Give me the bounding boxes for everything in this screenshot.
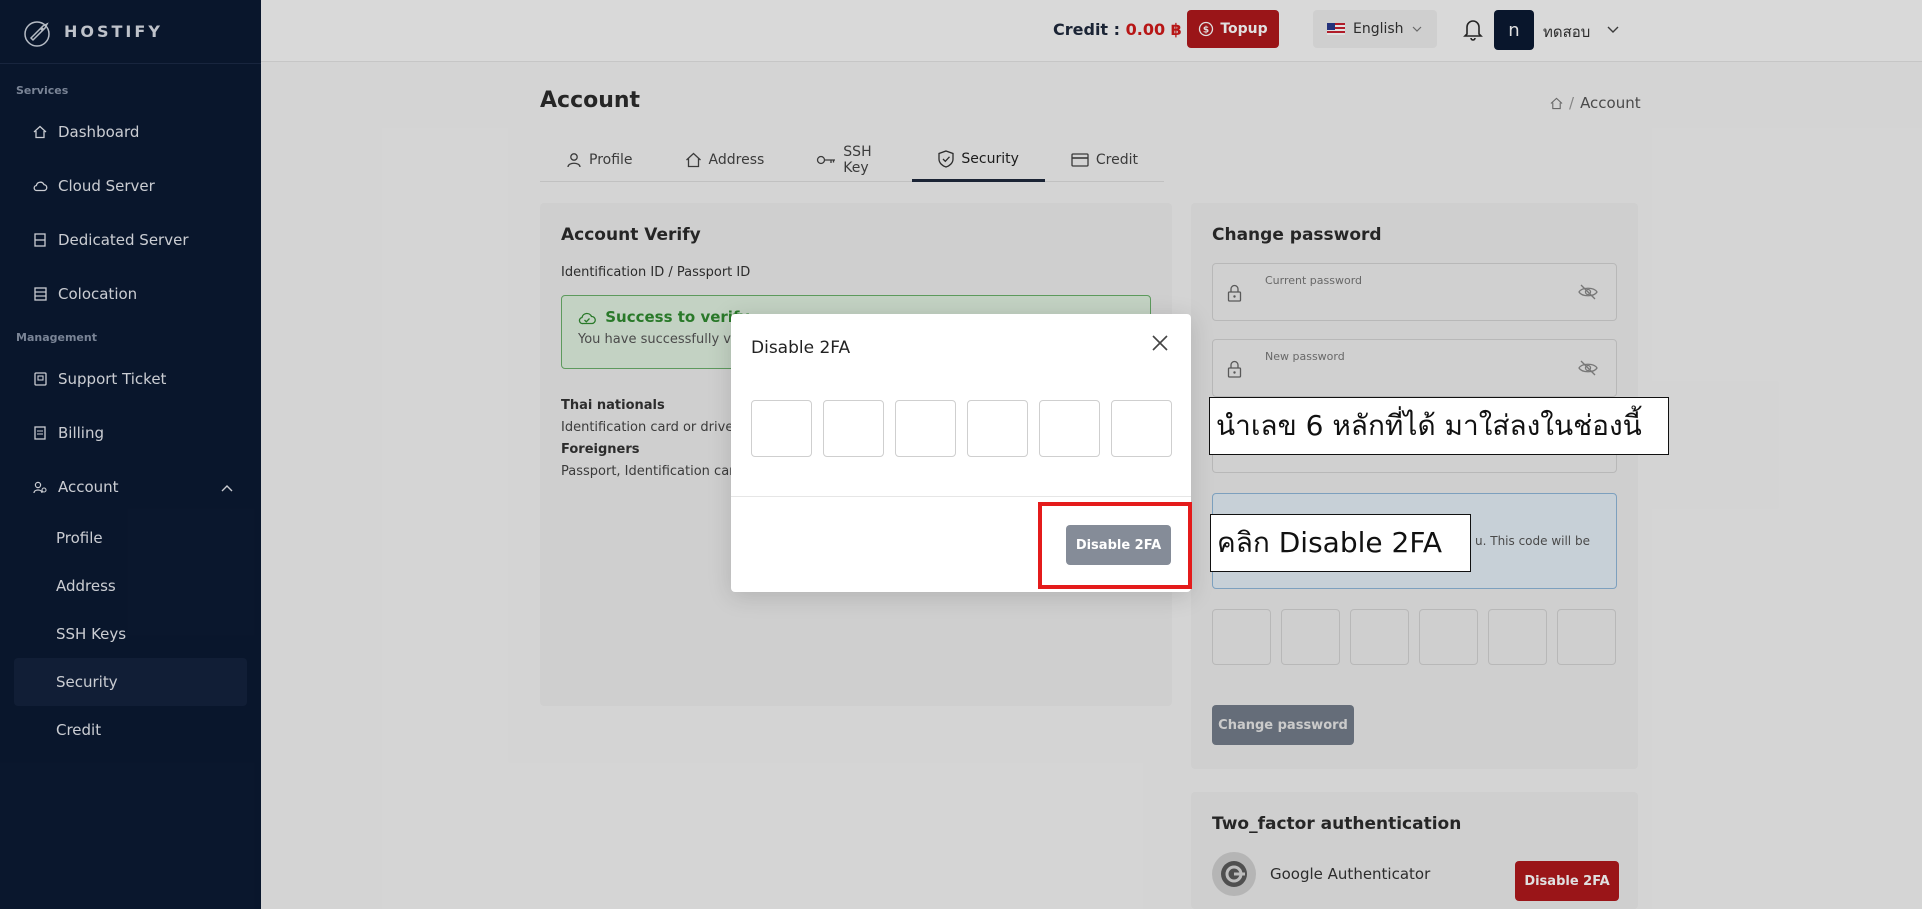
callout-enter-code: นำเลข 6 หลักที่ได้ มาใส่ลงในช่องนี้: [1209, 397, 1669, 455]
callout-click-disable: คลิก Disable 2FA: [1210, 514, 1471, 572]
otp-digit-1[interactable]: [751, 400, 812, 457]
otp-digit-2[interactable]: [823, 400, 884, 457]
otp-digit-5[interactable]: [1039, 400, 1100, 457]
close-icon[interactable]: [1151, 334, 1169, 356]
otp-digit-4[interactable]: [967, 400, 1028, 457]
modal-divider: [731, 496, 1191, 497]
highlight-box: [1038, 502, 1192, 589]
otp-inputs: [751, 400, 1172, 457]
modal-title: Disable 2FA: [751, 338, 851, 358]
otp-digit-3[interactable]: [895, 400, 956, 457]
otp-digit-6[interactable]: [1111, 400, 1172, 457]
